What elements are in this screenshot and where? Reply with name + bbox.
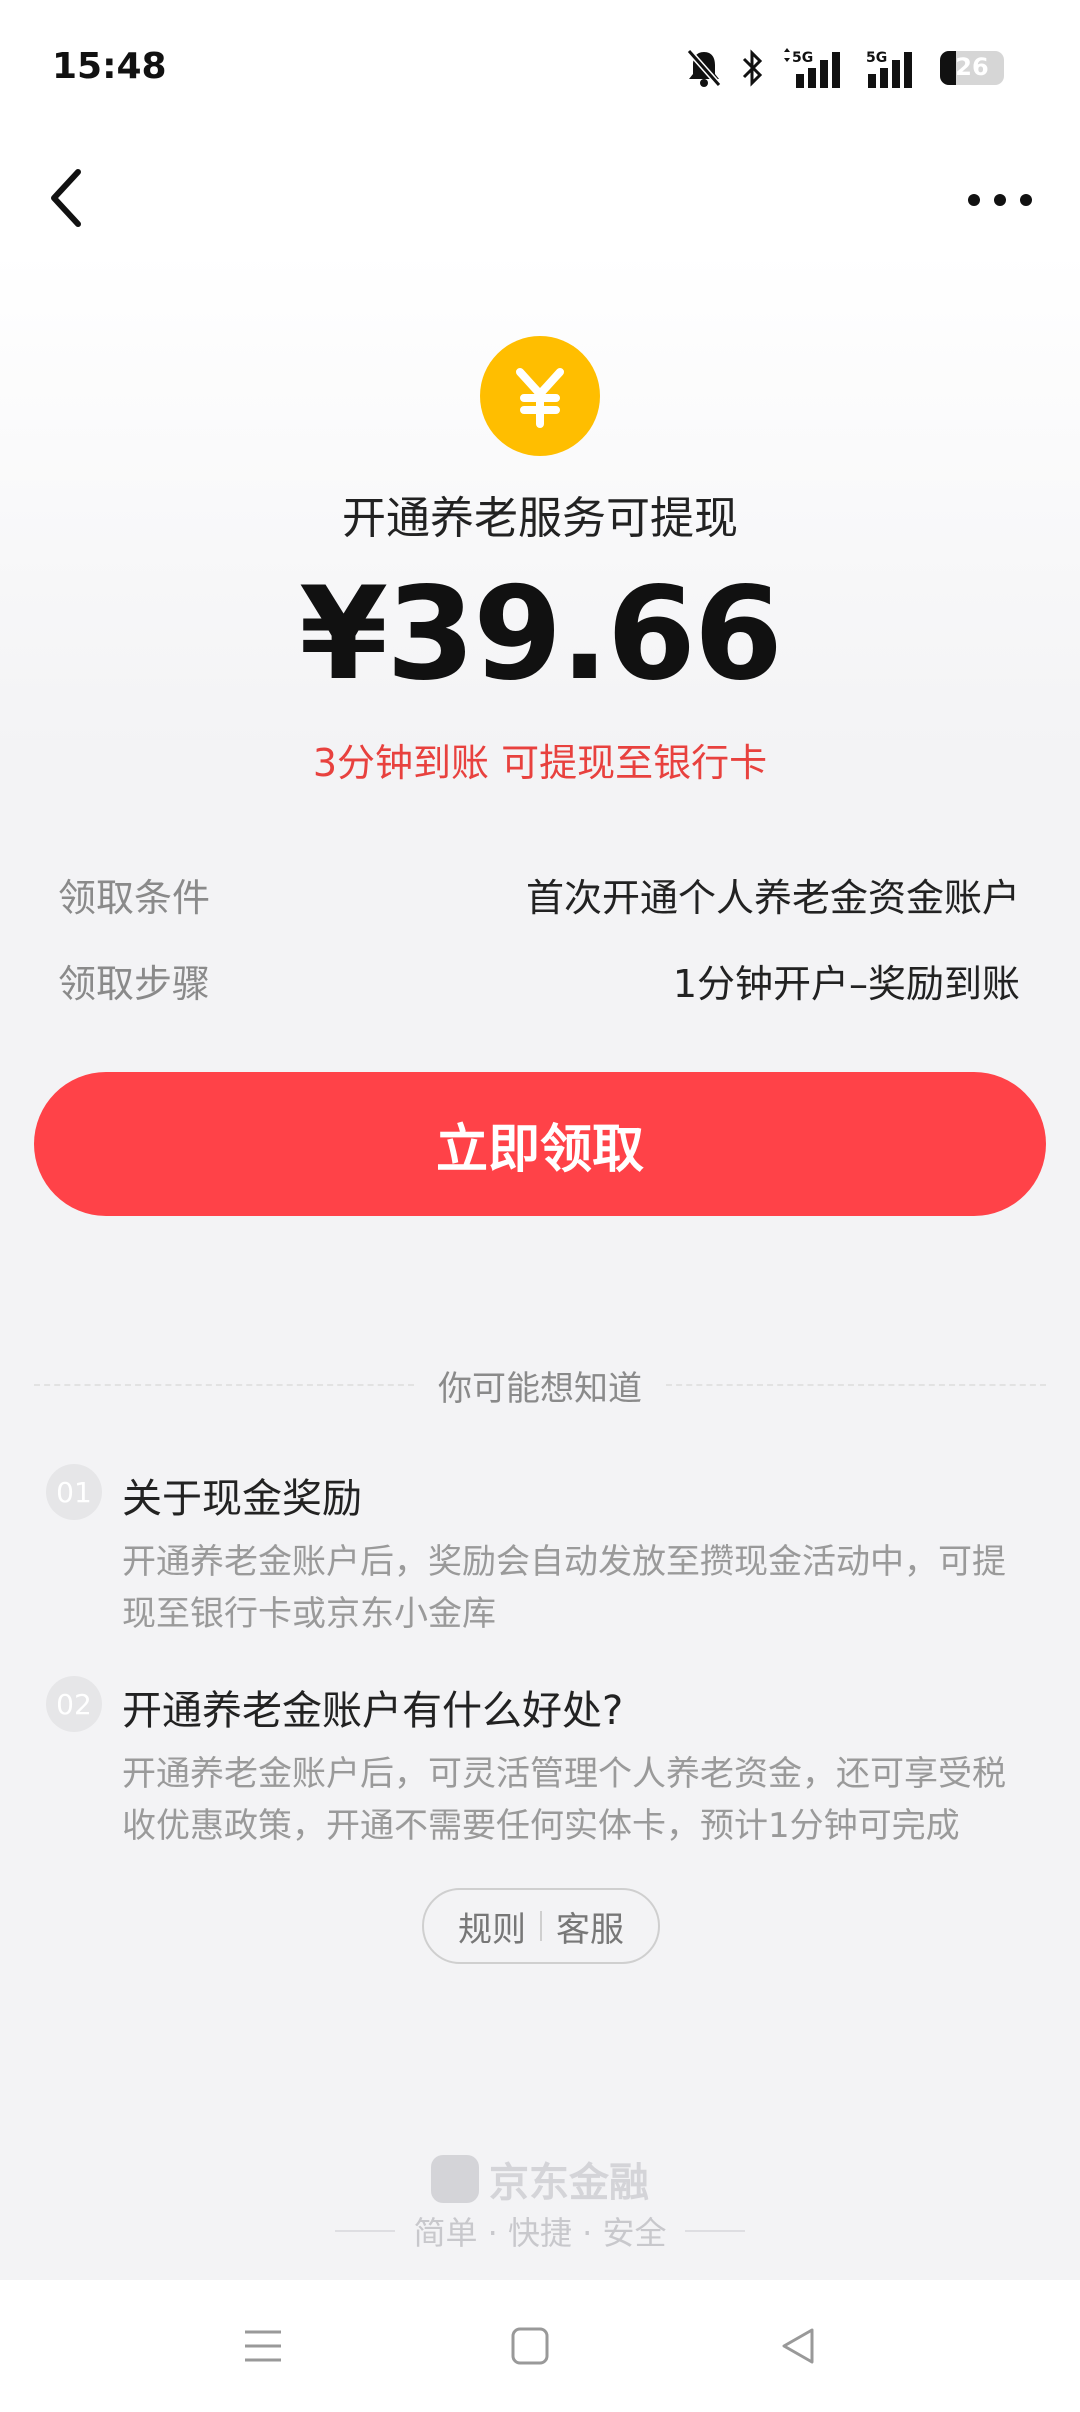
brand-name: 京东金融 [489,2160,649,2206]
slogan-text: 简单 · 快捷 · 安全 [413,2214,667,2252]
mute-icon [686,49,722,87]
coin-icon [480,336,600,456]
status-time: 15:48 [52,46,167,87]
svg-text:5G: 5G [792,50,813,66]
status-icons: 5G 5G 26 [686,46,1004,90]
divider [666,1384,1046,1386]
rules-service-pill: 规则 客服 [422,1888,660,1964]
info-row-condition: 领取条件 首次开通个人养老金资金账户 [58,864,1020,924]
status-bar: 15:48 5G 5G 26 [0,0,1080,130]
system-nav-bar [0,2280,1080,2412]
signal-5g-icon: 5G [866,50,912,88]
faq-heading: 你可能想知道 [34,1360,1046,1410]
info-row-steps: 领取步骤 1分钟开户–奖励到账 [58,950,1020,1010]
info-value: 1分钟开户–奖励到账 [672,961,1020,1006]
signal-5g-icon: 5G [784,48,840,88]
info-value: 首次开通个人养老金资金账户 [525,875,1020,920]
bluetooth-icon [742,49,763,87]
battery-icon: 26 [940,51,1004,85]
more-button[interactable] [960,160,1040,220]
divider [34,1384,414,1386]
customer-service-link[interactable]: 客服 [556,1902,624,1951]
triangle-back-icon [782,2328,814,2364]
arrival-subtitle: 3分钟到账 可提现至银行卡 [312,741,768,785]
brand-slogan: 简单 · 快捷 · 安全 [0,2208,1080,2254]
page-background [0,250,1080,2280]
divider [684,2230,745,2232]
faq-answer-line: 开通养老金账户后，可灵活管理个人养老资金，还可享受税 [122,1754,1006,1794]
hero-title: 开通养老服务可提现 [342,493,738,544]
faq-number-badge: 01 [46,1464,102,1520]
nav-bar [0,130,1080,250]
jd-finance-logo-icon [431,2155,479,2203]
divider [540,1911,542,1941]
brand-watermark: 京东金融 [0,2150,1080,2208]
back-button[interactable] [40,150,100,230]
faq-answer-line: 开通养老金账户后，奖励会自动发放至攒现金活动中，可提 [122,1542,1006,1582]
yen-icon [516,368,564,428]
faq-answer-line: 现至银行卡或京东小金库 [122,1594,496,1634]
reward-amount: ¥39.66 [299,560,783,709]
faq-number-badge: 02 [46,1676,102,1732]
info-label: 领取条件 [58,875,211,920]
faq-question: 关于现金奖励 [122,1476,362,1522]
svg-text:5G: 5G [866,50,887,66]
menu-icon [245,2330,281,2362]
recent-apps-button[interactable] [233,2316,293,2376]
system-back-button[interactable] [768,2316,828,2376]
rules-link[interactable]: 规则 [458,1902,526,1951]
more-dots-icon [968,194,1032,206]
faq-heading-text: 你可能想知道 [438,1368,642,1409]
battery-level: 26 [955,53,989,81]
divider [335,2230,396,2232]
claim-button[interactable]: 立即领取 [34,1072,1046,1216]
info-label: 领取步骤 [58,961,211,1006]
faq-answer-line: 收优惠政策，开通不需要任何实体卡，预计1分钟可完成 [122,1806,960,1846]
home-button[interactable] [500,2316,560,2376]
chevron-left-icon [51,169,81,227]
faq-question: 开通养老金账户有什么好处? [122,1688,624,1734]
square-icon [511,2327,549,2365]
